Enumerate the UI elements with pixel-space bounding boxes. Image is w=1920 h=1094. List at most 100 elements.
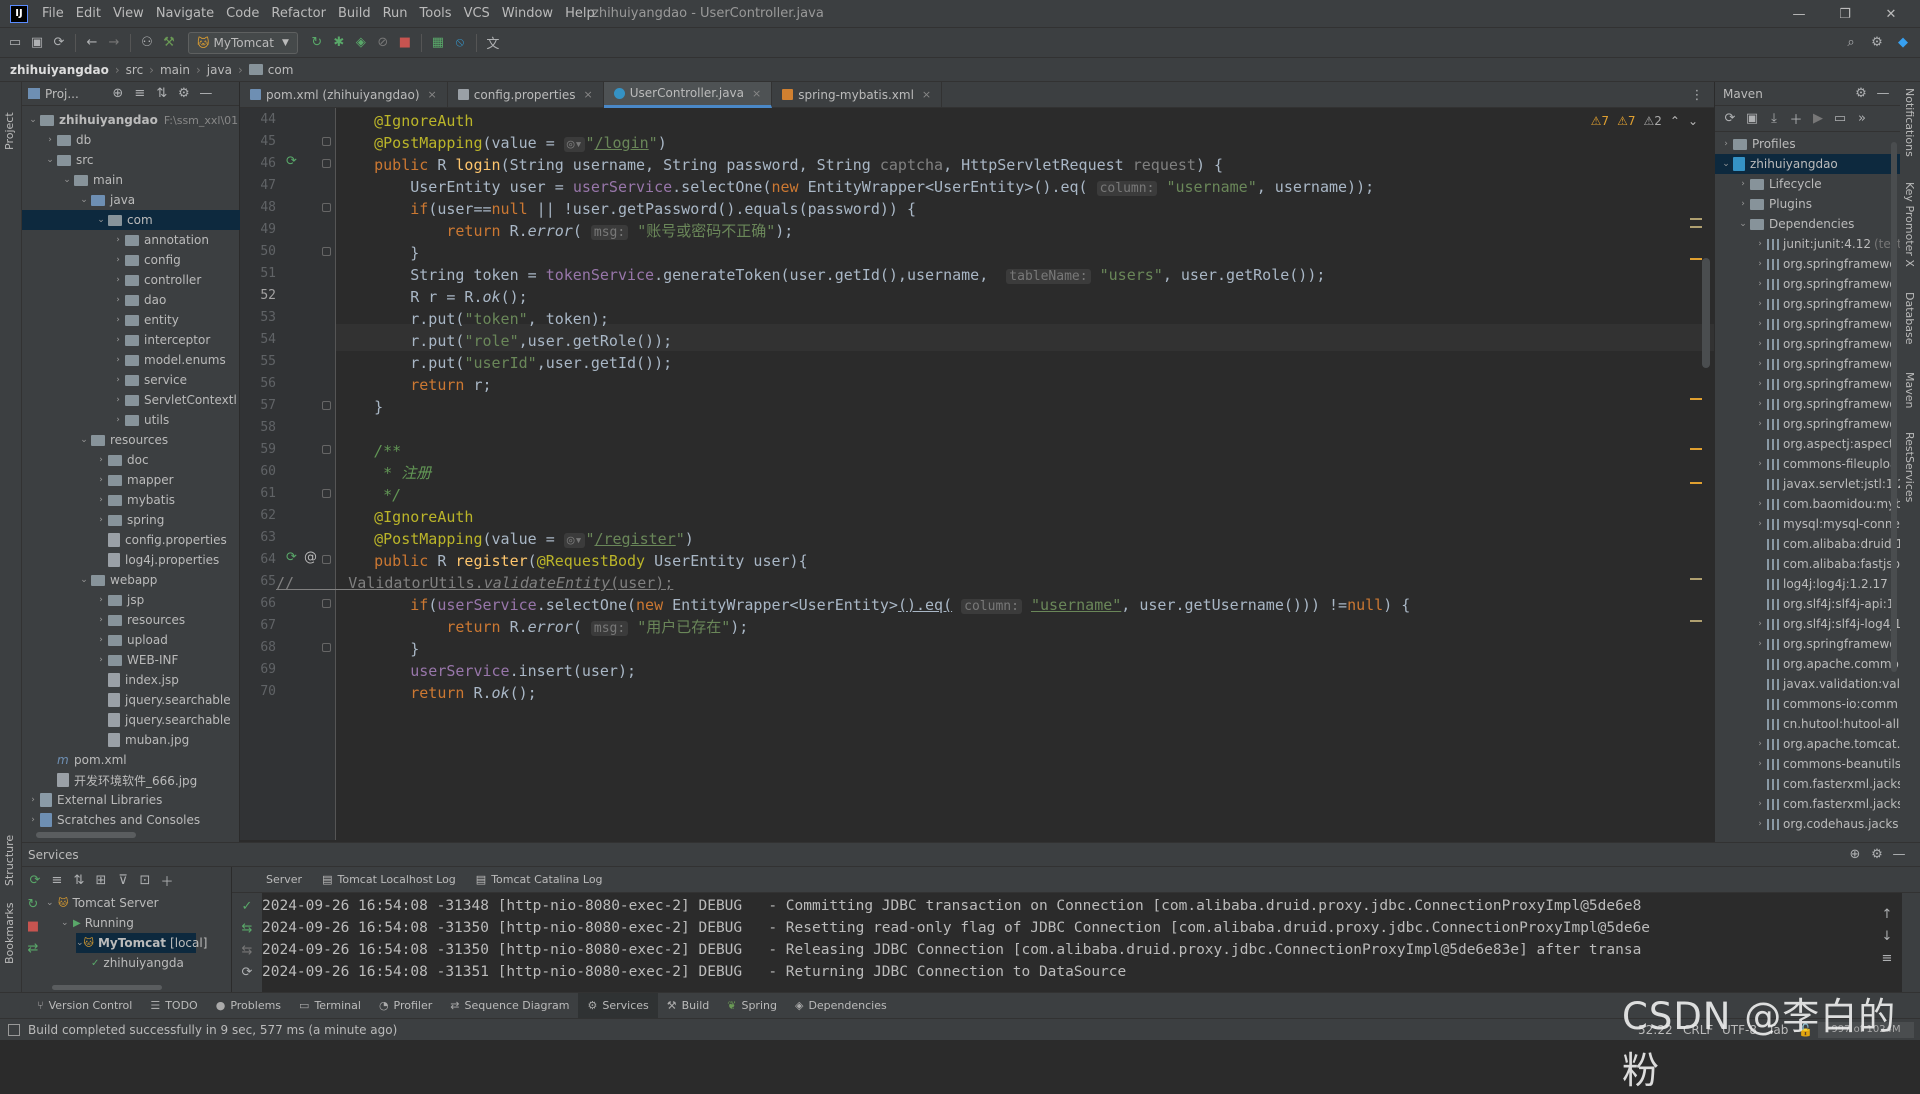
- chevron-right-icon[interactable]: ›: [111, 235, 125, 245]
- maven-tree-item[interactable]: › mysql:mysql-conne: [1715, 514, 1901, 534]
- chevron-down-icon[interactable]: ⌄: [94, 215, 108, 225]
- chevron-right-icon[interactable]: ›: [111, 275, 125, 285]
- maven-tree-item[interactable]: com.alibaba:druid:1: [1715, 534, 1901, 554]
- override-marker-icon[interactable]: @: [304, 550, 317, 565]
- project-tree-item[interactable]: › WEB-INF: [22, 650, 240, 670]
- chevron-right-icon[interactable]: ›: [26, 815, 40, 825]
- build-hammer-icon[interactable]: ⚒: [158, 32, 180, 54]
- chevron-down-icon[interactable]: ⌄: [43, 155, 57, 165]
- run-method-icon[interactable]: ⟳: [286, 550, 297, 565]
- chevron-up-icon[interactable]: ⌃: [1670, 114, 1680, 128]
- project-tree-item[interactable]: › jsp: [22, 590, 240, 610]
- fold-marker-icon[interactable]: [322, 159, 331, 168]
- project-tree-item[interactable]: › model.enums: [22, 350, 240, 370]
- project-tree-item[interactable]: m pom.xml: [22, 750, 240, 770]
- maven-tree-item[interactable]: javax.validation:vali: [1715, 674, 1901, 694]
- chevron-right-icon[interactable]: ›: [94, 635, 108, 645]
- close-tab-icon[interactable]: ×: [922, 88, 931, 101]
- run-icon[interactable]: ▶: [1807, 108, 1829, 130]
- redeploy-icon[interactable]: ⇆: [236, 917, 258, 939]
- chevron-down-icon[interactable]: ⌄: [1736, 219, 1750, 229]
- key-promoter-tool-button[interactable]: Key Promoter X: [1903, 182, 1916, 282]
- maven-tree-item[interactable]: › org.springframewo: [1715, 314, 1901, 334]
- project-tree-item[interactable]: index.jsp: [22, 670, 240, 690]
- maven-tree-item[interactable]: ›junit:junit:4.12(test): [1715, 234, 1901, 254]
- collapse-all-icon[interactable]: ⇅: [151, 83, 173, 105]
- maven-tree-item[interactable]: com.fasterxml.jacks: [1715, 774, 1901, 794]
- chevron-down-icon[interactable]: ⌄: [77, 195, 91, 205]
- add-icon[interactable]: ＋: [156, 869, 178, 891]
- project-tree-item[interactable]: ⌄ src: [22, 150, 240, 170]
- maven-tree-item[interactable]: › org.codehaus.jacks: [1715, 814, 1901, 834]
- project-tree-item[interactable]: jquery.searchable: [22, 710, 240, 730]
- fold-marker-icon[interactable]: [322, 137, 331, 146]
- maven-tree-item[interactable]: › com.fasterxml.jacks: [1715, 794, 1901, 814]
- database-tool-button[interactable]: Database: [1903, 292, 1916, 362]
- horizontal-scrollbar[interactable]: [36, 832, 136, 838]
- rerun-icon[interactable]: ↻: [22, 893, 44, 915]
- maven-tree-item[interactable]: › org.springframewo: [1715, 374, 1901, 394]
- project-tree-item[interactable]: › utils: [22, 410, 240, 430]
- fold-marker-icon[interactable]: [322, 489, 331, 498]
- project-tree-item[interactable]: › mapper: [22, 470, 240, 490]
- chevron-right-icon[interactable]: ›: [1753, 239, 1767, 249]
- chevron-right-icon[interactable]: ›: [1736, 179, 1750, 189]
- stop-icon[interactable]: ■: [394, 32, 416, 54]
- console-output[interactable]: 2024-09-26 16:54:08 -31348 [http-nio-808…: [262, 893, 1902, 993]
- update-icon[interactable]: ⇆: [236, 939, 258, 961]
- chevron-right-icon[interactable]: ›: [1753, 379, 1767, 389]
- tool-tab-spring[interactable]: ❦ Spring: [718, 993, 786, 1019]
- chevron-down-icon[interactable]: ⌄: [1719, 159, 1733, 169]
- menu-window[interactable]: Window: [496, 6, 559, 21]
- maven-tree-item[interactable]: › org.springframewo: [1715, 274, 1901, 294]
- deploy-icon[interactable]: ⇄: [22, 937, 44, 959]
- execute-goal-icon[interactable]: ▭: [1829, 108, 1851, 130]
- project-tree-item[interactable]: log4j.properties: [22, 550, 240, 570]
- breadcrumb-item[interactable]: java: [207, 63, 232, 77]
- breadcrumb-item[interactable]: zhihuiyangdao: [10, 63, 109, 77]
- expand-all-icon[interactable]: ≡: [129, 83, 151, 105]
- tool-tab-terminal[interactable]: ▭ Terminal: [290, 993, 370, 1019]
- maven-tree-item[interactable]: org.aspectj:aspectj: [1715, 434, 1901, 454]
- expand-all-icon[interactable]: ≡: [46, 869, 68, 891]
- maven-tree-item[interactable]: commons-io:comm: [1715, 694, 1901, 714]
- close-window-icon[interactable]: ✕: [1868, 0, 1914, 28]
- project-tree-item[interactable]: › controller: [22, 270, 240, 290]
- breadcrumb-item[interactable]: main: [160, 63, 190, 77]
- chevron-down-icon[interactable]: ⌄: [60, 175, 74, 185]
- tab-tomcat-catalina-log[interactable]: ▤ Tomcat Catalina Log: [466, 867, 613, 893]
- breadcrumb-item[interactable]: com: [268, 63, 294, 77]
- open-folder-icon[interactable]: ▭: [4, 32, 26, 54]
- tab-tomcat-localhost-log[interactable]: ▤ Tomcat Localhost Log: [312, 867, 466, 893]
- chevron-right-icon[interactable]: ›: [1753, 499, 1767, 509]
- chevron-right-icon[interactable]: ›: [1753, 419, 1767, 429]
- tab-config-properties[interactable]: config.properties ×: [448, 81, 604, 108]
- more-icon[interactable]: »: [1851, 108, 1873, 130]
- maven-tree-item[interactable]: cn.hutool:hutool-all:: [1715, 714, 1901, 734]
- maven-tree-item[interactable]: org.apache.commo: [1715, 654, 1901, 674]
- project-tree-item[interactable]: › External Libraries: [22, 790, 240, 810]
- fold-marker-icon[interactable]: [322, 445, 331, 454]
- tab-pom-xml-zhihuiyangdao[interactable]: pom.xml (zhihuiyangdao) ×: [240, 81, 448, 108]
- chevron-right-icon[interactable]: ›: [1753, 339, 1767, 349]
- run-configuration-select[interactable]: 🐱 MyTomcat ▼: [188, 31, 298, 54]
- tool-tab-problems[interactable]: ● Problems: [207, 993, 290, 1019]
- maven-tree-item[interactable]: › commons-beanutils: [1715, 754, 1901, 774]
- locate-icon[interactable]: ⊕: [107, 83, 129, 105]
- search-everywhere-icon[interactable]: ⌕: [1840, 32, 1862, 54]
- maven-tree-item[interactable]: › org.springframewo: [1715, 334, 1901, 354]
- fold-marker-icon[interactable]: [322, 401, 331, 410]
- tool-tab-profiler[interactable]: ◔ Profiler: [370, 993, 441, 1019]
- project-tree-item[interactable]: › ServletContextl: [22, 390, 240, 410]
- project-tree-item[interactable]: config.properties: [22, 530, 240, 550]
- stop-icon[interactable]: ■: [22, 915, 44, 937]
- settings-gear-icon[interactable]: ⚙: [1866, 32, 1888, 54]
- chevron-right-icon[interactable]: ›: [1753, 319, 1767, 329]
- tool-tab-version-control[interactable]: ⑂ Version Control: [28, 993, 141, 1019]
- chevron-down-icon[interactable]: ⌄: [77, 575, 91, 585]
- project-tree-item[interactable]: jquery.searchable: [22, 690, 240, 710]
- tab-spring-mybatis-xml[interactable]: spring-mybatis.xml ×: [772, 81, 943, 108]
- settings-gear-icon[interactable]: ⚙: [1866, 844, 1888, 866]
- hide-icon[interactable]: —: [195, 83, 217, 105]
- project-tree-item[interactable]: › interceptor: [22, 330, 240, 350]
